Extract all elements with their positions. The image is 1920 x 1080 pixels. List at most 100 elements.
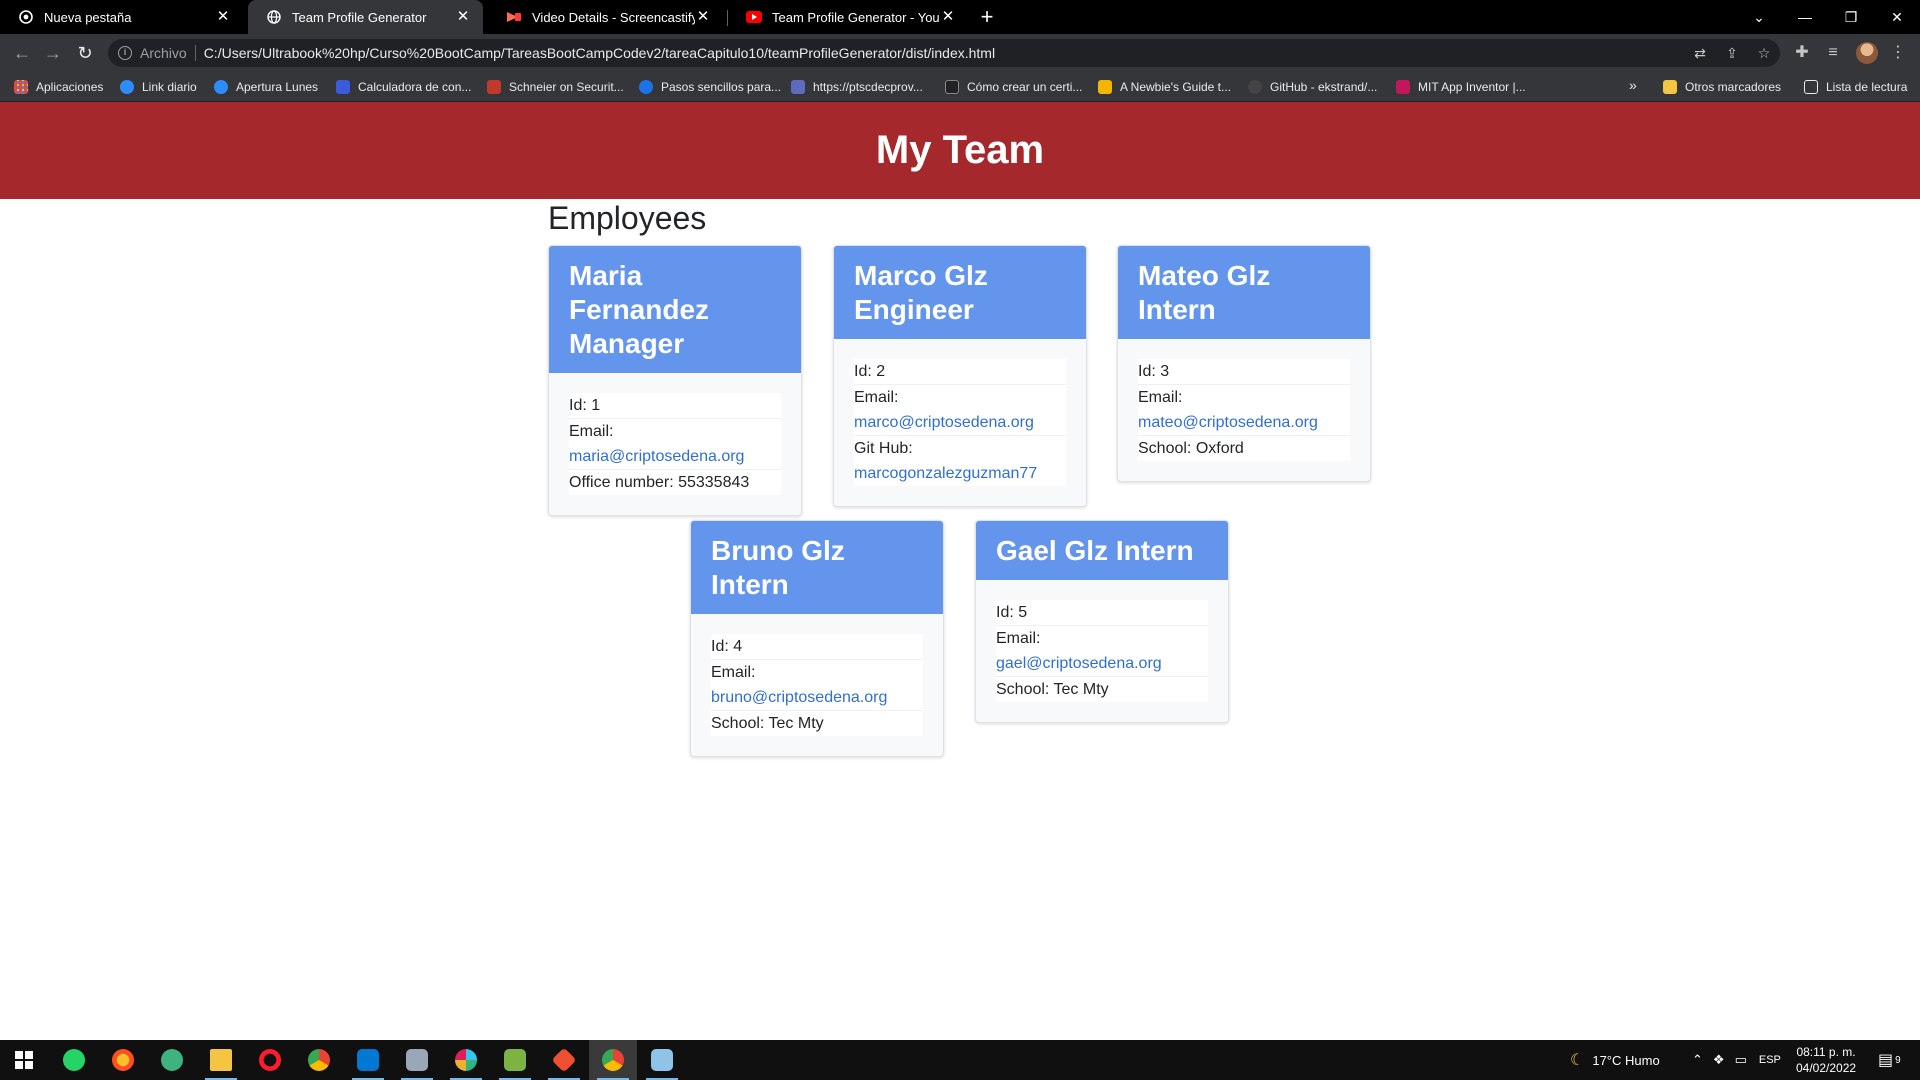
employee-name: Gael Glz bbox=[996, 535, 1109, 566]
bookmark-label: A Newbie's Guide t... bbox=[1120, 80, 1232, 94]
bookmark-calculadora[interactable]: Calculadora de con... bbox=[336, 72, 471, 102]
forward-arrow-icon[interactable]: → bbox=[41, 41, 65, 65]
address-divider bbox=[194, 45, 196, 61]
email-link[interactable]: bruno@criptosedena.org bbox=[711, 689, 887, 706]
bookmark-github[interactable]: GitHub - ekstrand/... bbox=[1248, 72, 1377, 102]
employee-name: Marco Glz bbox=[854, 260, 988, 291]
close-icon[interactable]: ✕ bbox=[695, 9, 711, 25]
bookmark-link-diario[interactable]: Link diario bbox=[120, 72, 197, 102]
slack-icon[interactable] bbox=[442, 1040, 490, 1080]
employee-email: Email: bruno@criptosedena.org bbox=[711, 659, 923, 710]
info-icon[interactable]: i bbox=[118, 46, 132, 60]
chrome-icon[interactable] bbox=[295, 1040, 343, 1080]
dropbox-icon[interactable]: ❖ bbox=[1713, 1052, 1725, 1068]
tab-youtube[interactable]: Team Profile Generator - YouTube ✕ bbox=[728, 0, 968, 34]
clock-date: 04/02/2022 bbox=[1796, 1061, 1857, 1075]
translate-icon[interactable]: ⇄ bbox=[1692, 45, 1708, 61]
reading-list[interactable]: Lista de lectura bbox=[1804, 72, 1907, 102]
tab-team-profile-generator[interactable]: Team Profile Generator ✕ bbox=[248, 0, 483, 34]
email-link[interactable]: gael@criptosedena.org bbox=[996, 655, 1162, 672]
notification-count: 9 bbox=[1895, 1054, 1901, 1066]
bookmark-pasos-sencillos[interactable]: Pasos sencillos para... bbox=[639, 72, 781, 102]
back-arrow-icon[interactable]: ← bbox=[10, 41, 34, 65]
opera-icon[interactable] bbox=[246, 1040, 294, 1080]
bookmark-label: Otros marcadores bbox=[1685, 80, 1782, 94]
bookmark-ptscdecprov[interactable]: https://ptscdecprov... bbox=[791, 72, 923, 102]
vpn-globe-icon[interactable] bbox=[148, 1040, 196, 1080]
clock[interactable]: 08:11 p. m. 04/02/2022 bbox=[1796, 1040, 1856, 1080]
card-header: Maria Fernandez Manager bbox=[549, 246, 801, 373]
new-tab-button[interactable]: + bbox=[975, 5, 999, 29]
weather-widget[interactable]: ☾ 17°C Humo bbox=[1570, 1040, 1660, 1080]
windows-start-icon[interactable] bbox=[0, 1040, 48, 1080]
battery-icon[interactable]: ▭ bbox=[1735, 1052, 1747, 1068]
monitor-app-icon[interactable] bbox=[393, 1040, 441, 1080]
reload-icon[interactable]: ↻ bbox=[73, 41, 97, 65]
tab-title: Video Details - Screencastify bbox=[532, 9, 695, 25]
employee-card: Maria Fernandez Manager Id: 1 Email: mar… bbox=[548, 245, 802, 516]
star-icon[interactable]: ☆ bbox=[1756, 45, 1772, 61]
restore-icon[interactable]: ❐ bbox=[1828, 0, 1874, 34]
github-label: Git Hub: bbox=[854, 440, 913, 457]
menu-icon[interactable]: ⋮ bbox=[1888, 43, 1908, 63]
share-icon[interactable]: ⇪ bbox=[1724, 45, 1740, 61]
bookmark-label: GitHub - ekstrand/... bbox=[1270, 80, 1378, 94]
minimize-icon[interactable]: — bbox=[1782, 0, 1828, 34]
bookmark-label: Calculadora de con... bbox=[358, 80, 472, 94]
other-bookmarks[interactable]: Otros marcadores bbox=[1663, 72, 1781, 102]
file-explorer-icon[interactable] bbox=[197, 1040, 245, 1080]
close-icon[interactable]: ✕ bbox=[940, 9, 956, 25]
bookmark-mit-app-inventor[interactable]: MIT App Inventor |... bbox=[1396, 72, 1526, 102]
close-window-icon[interactable]: ✕ bbox=[1874, 0, 1920, 34]
email-label: Email: bbox=[854, 389, 899, 406]
chrome-icon bbox=[18, 9, 34, 25]
tab-title: Team Profile Generator bbox=[292, 9, 427, 25]
tab-nueva-pestana[interactable]: Nueva pestaña ✕ bbox=[0, 0, 243, 34]
reading-list-icon bbox=[1804, 80, 1818, 94]
avatar[interactable] bbox=[1856, 42, 1878, 64]
screencastify-icon bbox=[506, 9, 522, 25]
card-header: Marco Glz Engineer bbox=[834, 246, 1086, 339]
vscode-icon[interactable] bbox=[344, 1040, 392, 1080]
email-link[interactable]: mateo@criptosedena.org bbox=[1138, 414, 1318, 431]
reading-list-icon[interactable]: ≡ bbox=[1823, 43, 1843, 63]
notepad-icon[interactable] bbox=[638, 1040, 686, 1080]
employee-details: Id: 3 Email: mateo@criptosedena.org Scho… bbox=[1138, 359, 1350, 461]
card-body: Id: 5 Email: gael@criptosedena.org Schoo… bbox=[976, 580, 1228, 722]
git-kraken-icon[interactable] bbox=[491, 1040, 539, 1080]
employee-card: Gael Glz Intern Id: 5 Email: gael@cripto… bbox=[975, 520, 1229, 723]
github-link[interactable]: marcogonzalezguzman77 bbox=[854, 465, 1037, 482]
bookmark-schneier[interactable]: Schneier on Securit... bbox=[487, 72, 624, 102]
extensions-icon[interactable]: ✚ bbox=[1792, 43, 1812, 63]
bookmarks-overflow-button[interactable]: » bbox=[1629, 77, 1637, 93]
address-scheme: Archivo bbox=[140, 45, 187, 61]
bookmark-newbie-guide[interactable]: A Newbie's Guide t... bbox=[1098, 72, 1231, 102]
close-icon[interactable]: ✕ bbox=[215, 9, 231, 25]
card-header: Gael Glz Intern bbox=[976, 521, 1228, 580]
tab-search-icon[interactable]: ⌄ bbox=[1736, 0, 1782, 34]
employee-card: Bruno Glz Intern Id: 4 Email: bruno@crip… bbox=[690, 520, 944, 757]
email-link[interactable]: maria@criptosedena.org bbox=[569, 448, 744, 465]
notifications-button[interactable]: ▤ 9 bbox=[1878, 1040, 1901, 1080]
tab-title: Team Profile Generator - YouTube bbox=[772, 9, 940, 25]
tab-screencastify[interactable]: Video Details - Screencastify ✕ bbox=[488, 0, 723, 34]
chrome-active-icon[interactable] bbox=[589, 1040, 637, 1080]
employee-role: Manager bbox=[569, 328, 685, 359]
bookmark-como-crear[interactable]: Cómo crear un certi... bbox=[945, 72, 1082, 102]
employee-details: Id: 1 Email: maria@criptosedena.org Offi… bbox=[569, 393, 781, 495]
bookmark-apps[interactable]: Aplicaciones bbox=[14, 72, 103, 102]
address-bar[interactable]: i Archivo C:/Users/Ultrabook%20hp/Curso%… bbox=[108, 39, 1780, 67]
whatsapp-icon[interactable] bbox=[50, 1040, 98, 1080]
employee-school: School: Tec Mty bbox=[711, 710, 923, 736]
card-header: Bruno Glz Intern bbox=[691, 521, 943, 614]
address-url[interactable]: C:/Users/Ultrabook%20hp/Curso%20BootCamp… bbox=[204, 45, 995, 61]
globe-icon bbox=[266, 9, 282, 25]
language-indicator[interactable]: ESP bbox=[1759, 1054, 1781, 1066]
firefox-icon[interactable] bbox=[99, 1040, 147, 1080]
employee-role: Intern bbox=[1138, 294, 1216, 325]
bookmark-apertura-lunes[interactable]: Apertura Lunes bbox=[214, 72, 318, 102]
email-link[interactable]: marco@criptosedena.org bbox=[854, 414, 1034, 431]
git-icon[interactable] bbox=[540, 1040, 588, 1080]
show-hidden-icons-icon[interactable]: ⌃ bbox=[1692, 1052, 1703, 1068]
close-icon[interactable]: ✕ bbox=[455, 9, 471, 25]
